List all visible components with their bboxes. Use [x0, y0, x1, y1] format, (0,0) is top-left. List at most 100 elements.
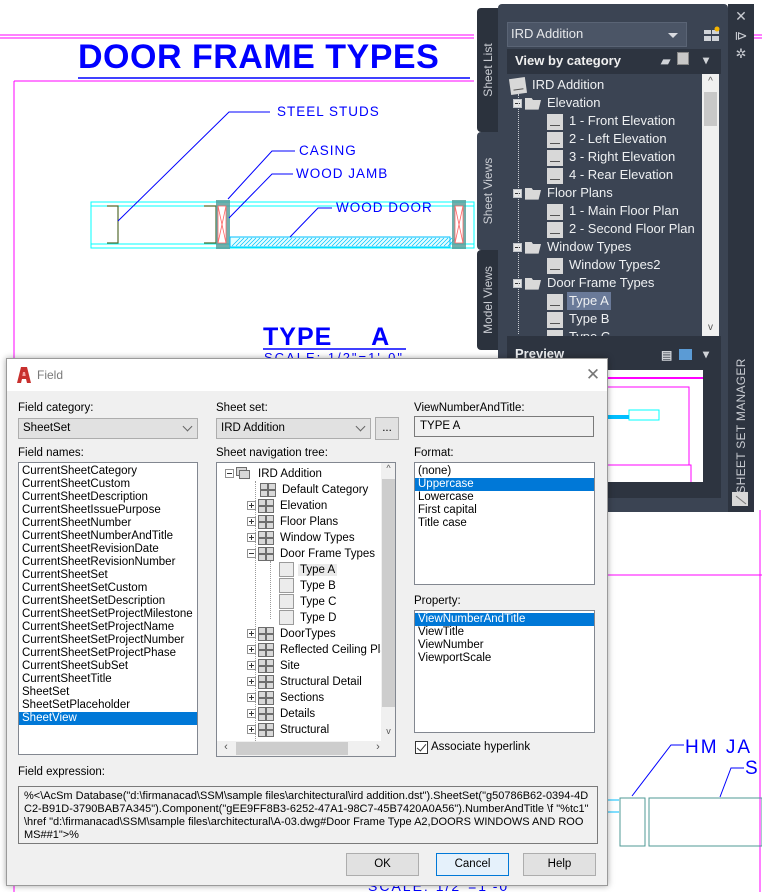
field-name-item[interactable]: SheetSetPlaceholder	[19, 699, 197, 712]
field-name-item[interactable]: CurrentSheetSubSet	[19, 660, 197, 673]
nav-tree-category[interactable]: Details	[247, 706, 317, 722]
field-name-item[interactable]: CurrentSheetSetProjectName	[19, 621, 197, 634]
property-item[interactable]: ViewportScale	[415, 652, 594, 665]
sheet-set-select[interactable]: IRD Addition	[216, 418, 371, 439]
nav-tree-category[interactable]: Structural	[247, 722, 331, 738]
auto-hide-icon[interactable]: ⧐	[734, 28, 748, 44]
sheet-views-tree[interactable]: IRD Addition Elevation 1 - Front Elevation…	[507, 74, 721, 336]
view-category-item[interactable]: Window Types	[513, 238, 633, 256]
nav-tree-category[interactable]: Door Frame Types	[247, 546, 377, 562]
close-icon[interactable]: ✕	[734, 8, 748, 25]
field-name-item[interactable]: CurrentSheetTitle	[19, 673, 197, 686]
preview-image-icon[interactable]	[679, 349, 692, 360]
new-view-category-icon[interactable]	[704, 26, 720, 42]
format-item[interactable]: Uppercase	[415, 478, 594, 491]
sheet-view-item[interactable]: 1 - Front Elevation	[547, 112, 677, 130]
sheet-view-item[interactable]: 2 - Left Elevation	[547, 130, 669, 148]
field-name-item[interactable]: CurrentSheetCategory	[19, 465, 197, 478]
nav-tree-view[interactable]: Type A	[279, 562, 338, 578]
field-name-item[interactable]: CurrentSheetSetCustom	[19, 582, 197, 595]
folder-open-icon[interactable]: ▰	[661, 54, 670, 68]
properties-icon[interactable]: ✲	[734, 46, 748, 62]
tree-hscrollbar[interactable]: ‹ ›	[217, 741, 395, 756]
format-item[interactable]: (none)	[415, 465, 594, 478]
sheet-view-item[interactable]: 2 - Second Floor Plan	[547, 220, 697, 238]
scroll-right-icon[interactable]: ›	[371, 741, 385, 756]
nav-tree-root[interactable]: IRD Addition	[225, 466, 324, 482]
view-category-item[interactable]: Door Frame Types	[513, 274, 656, 292]
field-name-item[interactable]: SheetSet	[19, 686, 197, 699]
sheet-view-item[interactable]: 3 - Right Elevation	[547, 148, 677, 166]
sheet-navigation-tree[interactable]: IRD Addition Default Category Elevation Flo…	[216, 462, 396, 757]
collapse-icon[interactable]	[225, 469, 234, 479]
tab-sheet-views[interactable]: Sheet Views	[477, 132, 499, 250]
sheet-view-item[interactable]: 4 - Rear Elevation	[547, 166, 675, 184]
view-category-item[interactable]: Elevation	[513, 94, 602, 112]
browse-sheet-set-button[interactable]: ...	[375, 417, 399, 440]
field-name-item[interactable]: CurrentSheetNumber	[19, 517, 197, 530]
dropdown-icon[interactable]: ▾	[703, 53, 709, 67]
nav-tree-category[interactable]: Floor Plans	[247, 514, 340, 530]
nav-tree-view[interactable]: Type C	[279, 594, 338, 610]
sheet-view-item[interactable]: Window Types2	[547, 256, 663, 274]
nav-tree-category[interactable]: Elevation	[247, 498, 329, 514]
scroll-thumb[interactable]	[382, 479, 395, 707]
tab-model-views[interactable]: Model Views	[477, 250, 499, 350]
property-item[interactable]: ViewNumber	[415, 639, 594, 652]
sheet-view-item[interactable]: Type C	[547, 328, 612, 336]
field-name-item[interactable]: CurrentSheetNumberAndTitle	[19, 530, 197, 543]
nav-tree-category[interactable]: DoorTypes	[247, 626, 338, 642]
field-category-select[interactable]: SheetSet	[18, 418, 198, 439]
format-item[interactable]: Lowercase	[415, 491, 594, 504]
scroll-left-icon[interactable]: ‹	[219, 741, 233, 756]
field-expression-box[interactable]: %<\AcSm Database("d:\firmanacad\SSM\samp…	[18, 786, 598, 844]
dropdown-icon[interactable]: ▾	[703, 347, 709, 361]
dialog-titlebar[interactable]: Field ✕	[7, 359, 607, 391]
field-name-item[interactable]: CurrentSheetIssuePurpose	[19, 504, 197, 517]
field-name-item[interactable]: CurrentSheetSetProjectPhase	[19, 647, 197, 660]
view-list-icon[interactable]	[677, 52, 689, 65]
sheet-set-selector[interactable]: IRD Addition	[507, 22, 687, 47]
nav-tree-category[interactable]: Reflected Ceiling Plan	[247, 642, 381, 658]
ok-button[interactable]: OK	[346, 853, 419, 876]
property-item[interactable]: ViewTitle	[415, 626, 594, 639]
tree-scrollbar[interactable]: ^ v	[702, 74, 719, 336]
nav-tree-category[interactable]: Sections	[247, 690, 326, 706]
scroll-down-icon[interactable]: v	[702, 320, 719, 336]
nav-tree-view[interactable]: Type B	[279, 578, 338, 594]
property-item[interactable]: ViewNumberAndTitle	[415, 613, 594, 626]
field-name-item[interactable]: SheetView	[19, 712, 197, 725]
tab-sheet-list[interactable]: Sheet List	[477, 8, 499, 132]
field-name-item[interactable]: CurrentSheetSet	[19, 569, 197, 582]
nav-tree-category[interactable]: Window Types	[247, 530, 357, 546]
scroll-up-icon[interactable]: ^	[702, 74, 719, 90]
format-item[interactable]: First capital	[415, 504, 594, 517]
field-name-item[interactable]: CurrentSheetSetDescription	[19, 595, 197, 608]
close-icon[interactable]: ✕	[583, 365, 603, 385]
field-name-item[interactable]: CurrentSheetCustom	[19, 478, 197, 491]
field-name-item[interactable]: CurrentSheetDescription	[19, 491, 197, 504]
property-list[interactable]: ViewNumberAndTitle ViewTitle ViewNumber Vie…	[414, 610, 595, 733]
view-category-item[interactable]: Floor Plans	[513, 184, 615, 202]
associate-hyperlink-label[interactable]: Associate hyperlink	[431, 741, 530, 753]
help-button[interactable]: Help	[523, 853, 596, 876]
scroll-down-icon[interactable]: v	[381, 726, 395, 741]
field-names-list[interactable]: CurrentSheetCategory CurrentSheetCustom Cu…	[18, 462, 198, 755]
nav-tree-view[interactable]: Type D	[279, 610, 338, 626]
scroll-up-icon[interactable]: ^	[381, 463, 395, 478]
nav-tree-category[interactable]: Structural Detail	[247, 674, 364, 690]
hscroll-thumb[interactable]	[236, 742, 348, 755]
format-item[interactable]: Title case	[415, 517, 594, 530]
field-name-item[interactable]: CurrentSheetRevisionNumber	[19, 556, 197, 569]
panel-splitter[interactable]	[507, 336, 721, 344]
field-name-item[interactable]: CurrentSheetRevisionDate	[19, 543, 197, 556]
format-list[interactable]: (none) Uppercase Lowercase First capital Tit…	[414, 462, 595, 585]
preview-page-icon[interactable]: ▤	[661, 348, 672, 362]
sheet-set-root-item[interactable]: IRD Addition	[508, 76, 606, 95]
tree-vscrollbar[interactable]: ^ v	[381, 463, 395, 741]
field-name-item[interactable]: CurrentSheetSetProjectMilestone	[19, 608, 197, 621]
associate-hyperlink-checkbox[interactable]	[415, 741, 428, 754]
nav-tree-category[interactable]: Default Category	[260, 482, 370, 498]
sheet-view-item[interactable]: Type A	[547, 292, 611, 310]
scroll-thumb[interactable]	[704, 92, 717, 126]
